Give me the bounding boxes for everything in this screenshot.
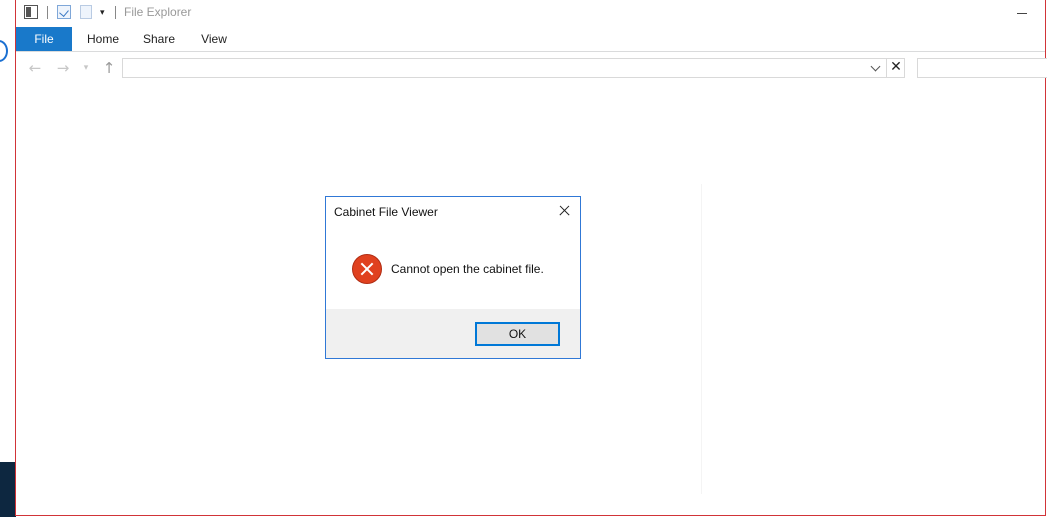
title-bar: ▾ File Explorer <box>16 0 1045 27</box>
up-arrow-icon[interactable]: ↑ <box>100 59 118 77</box>
checkmark-document-icon[interactable] <box>57 5 71 19</box>
dialog-title: Cabinet File Viewer <box>334 205 438 219</box>
address-clear-icon[interactable]: ✕ <box>886 58 905 78</box>
ribbon-tabs: File Home Share View <box>16 27 1045 52</box>
properties-icon[interactable] <box>24 5 38 19</box>
back-arrow-icon[interactable]: ← <box>26 59 44 77</box>
navigation-bar: ← → ▾ ↑ ✕ <box>16 55 1047 83</box>
tab-home[interactable]: Home <box>78 27 128 51</box>
address-dropdown-chevron-icon[interactable] <box>868 60 884 76</box>
search-input[interactable] <box>917 58 1047 78</box>
dialog-message: Cannot open the cabinet file. <box>391 262 544 276</box>
tab-view[interactable]: View <box>192 27 236 51</box>
ok-button[interactable]: OK <box>475 322 560 346</box>
error-icon <box>352 254 382 284</box>
forward-arrow-icon[interactable]: → <box>54 59 72 77</box>
recent-locations-chevron-icon[interactable]: ▾ <box>80 59 92 77</box>
desktop-icon-fragment <box>0 40 8 62</box>
desktop-background <box>0 0 16 517</box>
error-dialog: Cabinet File Viewer Cannot open the cabi… <box>325 196 581 359</box>
tab-share[interactable]: Share <box>136 27 182 51</box>
taskbar-fragment <box>0 462 16 517</box>
close-icon[interactable] <box>554 202 574 220</box>
window-title: File Explorer <box>124 5 192 19</box>
toolbar-separator <box>47 6 48 19</box>
customize-dropdown-icon[interactable]: ▾ <box>100 9 105 18</box>
tab-file[interactable]: File <box>16 27 72 51</box>
blank-document-icon[interactable] <box>80 5 92 19</box>
minimize-button[interactable] <box>1011 4 1033 22</box>
pane-divider <box>701 184 702 494</box>
title-separator <box>115 6 116 19</box>
address-bar[interactable] <box>122 58 905 78</box>
dialog-footer: OK <box>326 309 580 358</box>
